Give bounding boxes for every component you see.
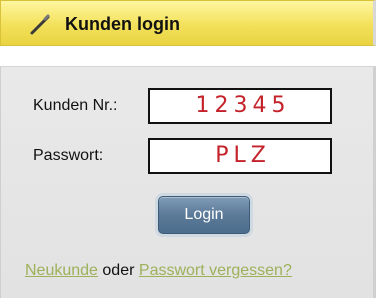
- login-footer: Neukunde oder Passwort vergessen?: [25, 262, 292, 280]
- login-title: Kunden login: [65, 14, 180, 34]
- customer-number-input[interactable]: 12345: [148, 88, 332, 124]
- footer-separator: oder: [102, 262, 135, 279]
- login-button[interactable]: Login: [158, 196, 250, 234]
- password-label: Passwort:: [33, 147, 104, 164]
- customer-number-label: Kunden Nr.:: [33, 97, 118, 114]
- pencil-icon: [28, 13, 52, 37]
- customer-login-widget: Kunden login Kunden Nr.: 12345 Passwort:…: [0, 0, 380, 298]
- new-customer-link[interactable]: Neukunde: [25, 262, 98, 279]
- login-header: Kunden login: [0, 0, 376, 46]
- password-input[interactable]: PLZ: [148, 138, 332, 174]
- forgot-password-link[interactable]: Passwort vergessen?: [139, 262, 292, 279]
